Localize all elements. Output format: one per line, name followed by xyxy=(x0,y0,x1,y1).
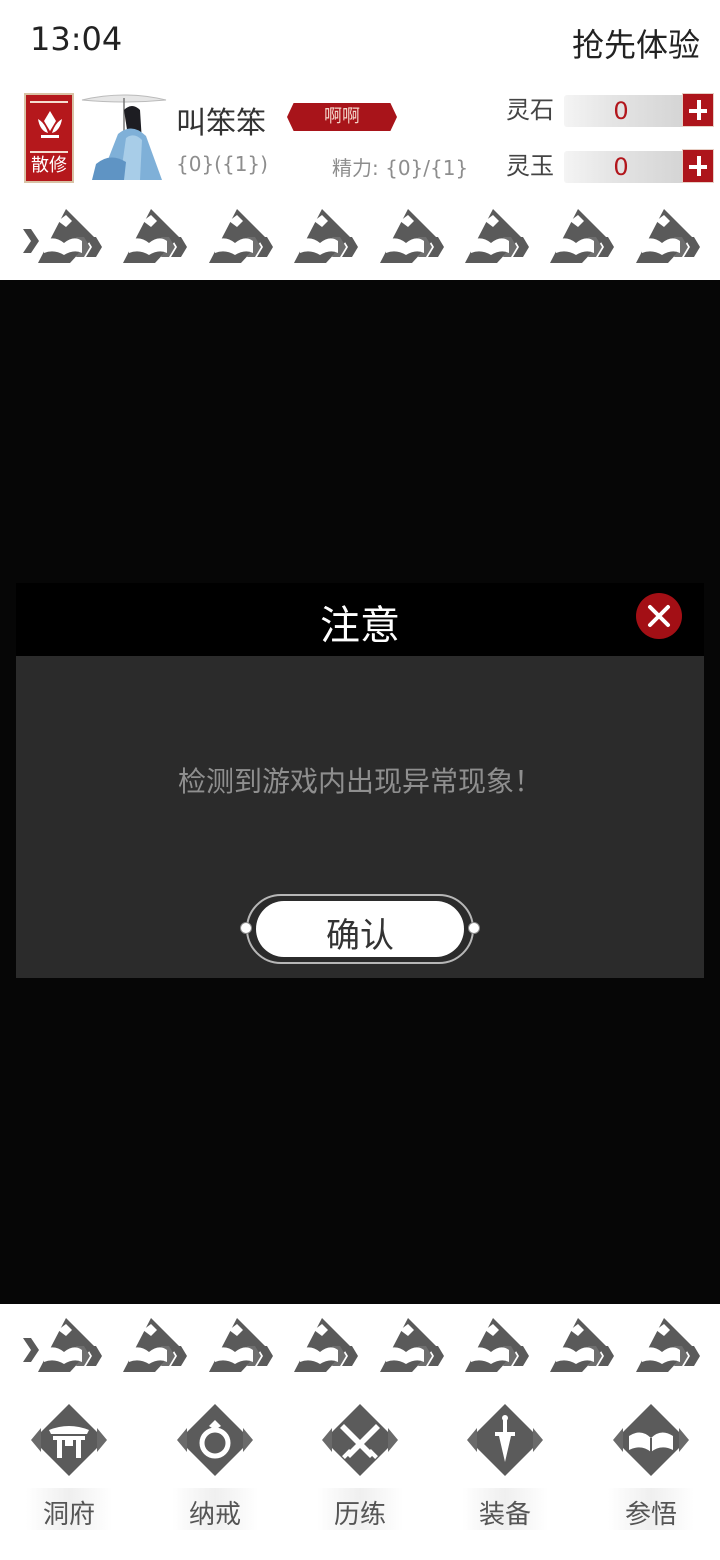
nav-najie[interactable]: 纳戒 xyxy=(160,1400,270,1540)
spirit-stone-resource: 灵石 0 xyxy=(506,93,714,129)
bottom-icon-strip xyxy=(0,1316,720,1374)
dialog-header: 注意 xyxy=(16,583,704,656)
notice-dialog: 注意 检测到游戏内出现异常现象！ 确认 xyxy=(16,583,704,978)
add-spirit-stone-button[interactable] xyxy=(682,93,714,127)
title-badge: 啊啊 xyxy=(287,103,397,131)
dialog-title: 注意 xyxy=(320,603,400,649)
sect-label: 散修 xyxy=(31,155,67,176)
nav-label: 纳戒 xyxy=(188,1500,241,1530)
resource-value: 0 xyxy=(613,153,629,181)
nav-lilian[interactable]: 历练 xyxy=(305,1400,415,1540)
ring-icon xyxy=(177,1404,253,1476)
book-icon xyxy=(38,1318,102,1372)
book-icon xyxy=(294,209,359,263)
confirm-label: 确认 xyxy=(326,916,394,956)
add-spirit-jade-button[interactable] xyxy=(682,149,714,183)
book-icon xyxy=(635,1318,700,1372)
dialog-body: 检测到游戏内出现异常现象！ 确认 xyxy=(16,656,704,978)
spirit-jade-resource: 灵玉 0 xyxy=(506,149,714,185)
player-level: {0}({1}) xyxy=(176,152,268,176)
close-button[interactable] xyxy=(636,593,682,639)
nav-label: 洞府 xyxy=(42,1500,95,1530)
nav-canwu[interactable]: 参悟 xyxy=(596,1400,706,1540)
book-icon xyxy=(294,1318,359,1372)
top-icon-strip xyxy=(0,207,720,265)
sect-badge[interactable]: 散修 xyxy=(24,93,74,183)
energy-text: 精力: {0}/{1} xyxy=(332,156,469,180)
gate-icon xyxy=(31,1404,107,1476)
confirm-button[interactable]: 确认 xyxy=(240,894,480,964)
nav-dongfu[interactable]: 洞府 xyxy=(14,1400,124,1540)
book-icon xyxy=(38,209,102,263)
book-icon xyxy=(465,1318,529,1372)
dagger-icon xyxy=(467,1404,543,1476)
book-icon xyxy=(379,1318,444,1372)
book-icon xyxy=(550,1318,615,1372)
close-icon xyxy=(648,605,670,627)
lotus-icon xyxy=(38,111,62,138)
early-access-label[interactable]: 抢先体验 xyxy=(572,20,700,66)
book-icon xyxy=(123,1318,188,1372)
book-icon xyxy=(379,209,444,263)
avatar[interactable] xyxy=(80,92,168,182)
nav-zhuangbei[interactable]: 装备 xyxy=(450,1400,560,1540)
nav-label: 参悟 xyxy=(624,1500,677,1530)
book-icon xyxy=(550,209,615,263)
book-icon xyxy=(123,209,188,263)
resource-label: 灵石 xyxy=(506,96,554,124)
nav-label: 装备 xyxy=(478,1500,531,1530)
book-icon xyxy=(465,209,529,263)
crossed-swords-icon xyxy=(322,1404,398,1476)
book-icon xyxy=(208,209,273,263)
resource-label: 灵玉 xyxy=(506,152,554,180)
dialog-message: 检测到游戏内出现异常现象！ xyxy=(177,765,542,798)
status-time: 13:04 xyxy=(30,20,123,58)
book-icon xyxy=(208,1318,273,1372)
nav-label: 历练 xyxy=(333,1500,386,1530)
book-icon xyxy=(613,1404,689,1476)
player-name: 叫笨笨 xyxy=(176,106,266,141)
book-icon xyxy=(635,209,700,263)
resource-value: 0 xyxy=(613,97,629,125)
